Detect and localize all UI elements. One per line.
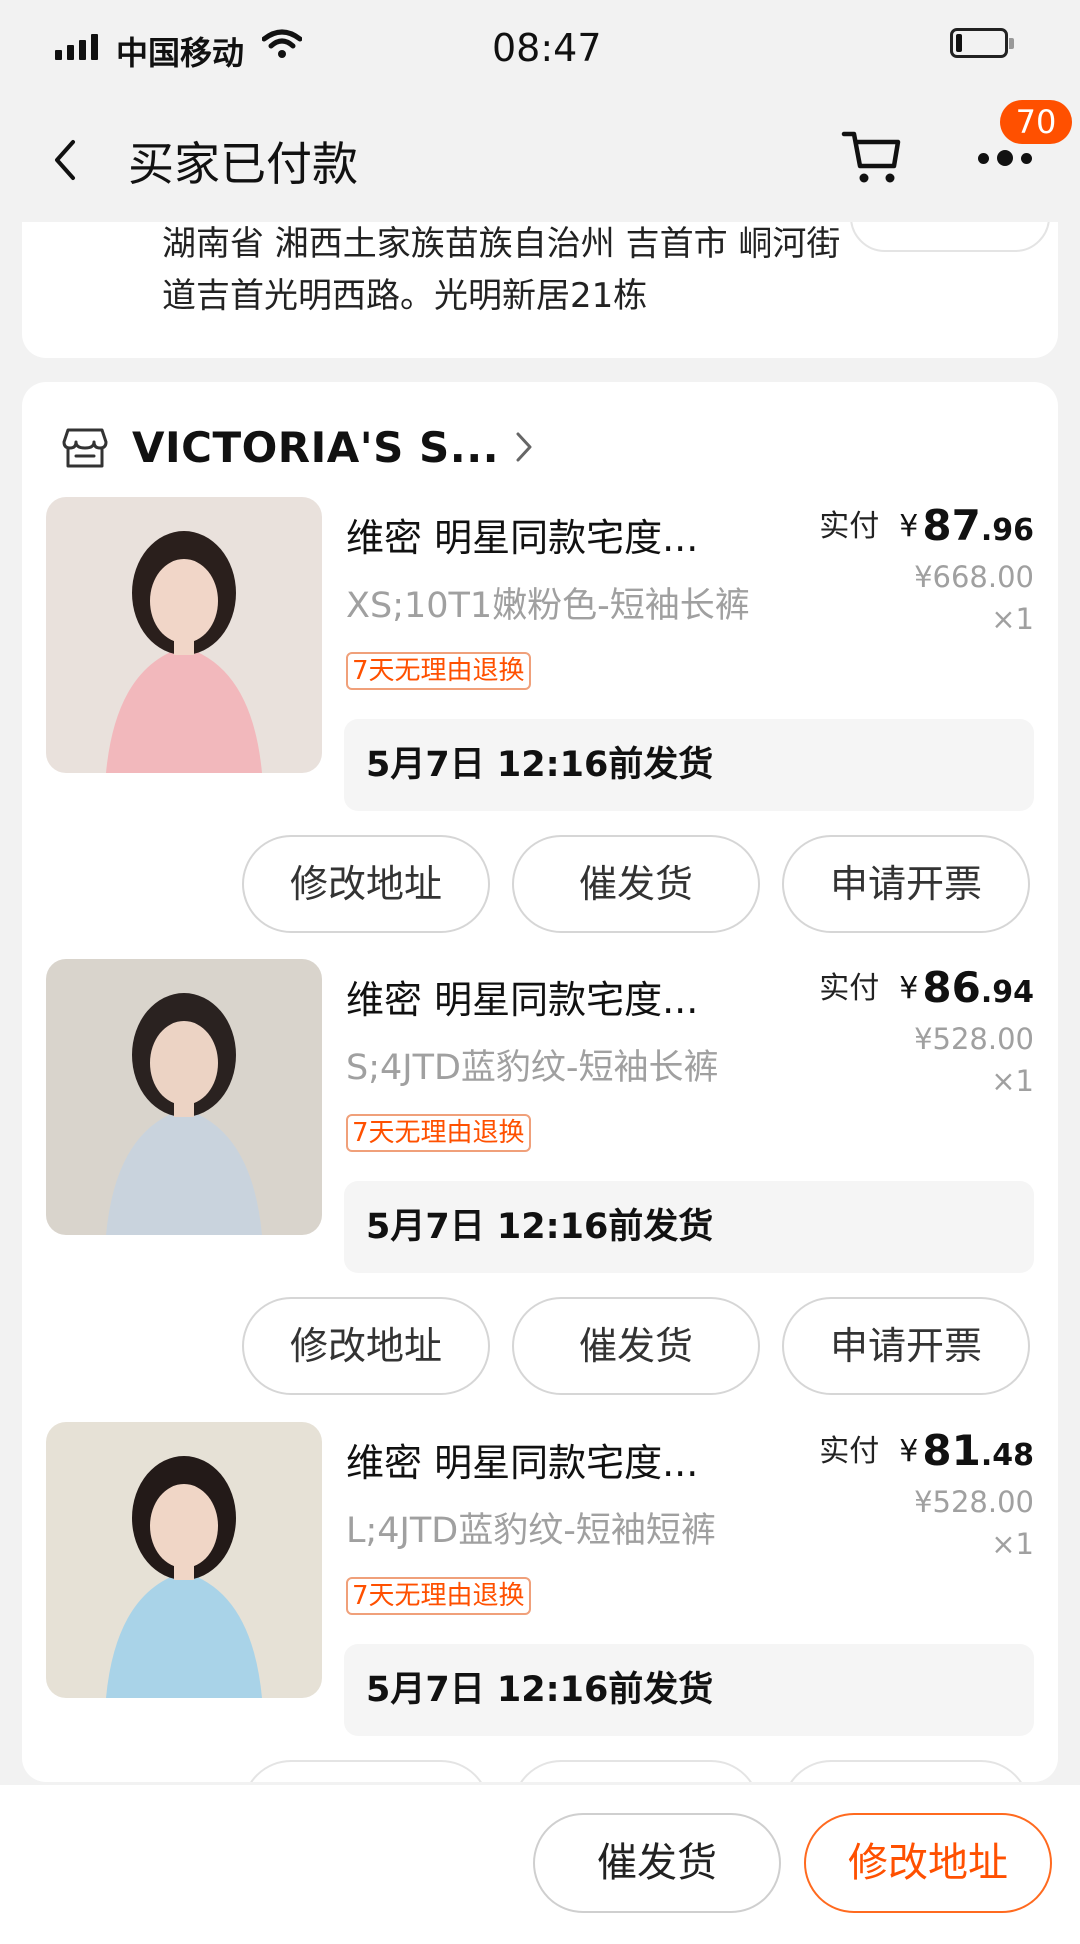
change-address-button[interactable]: 修改地址 bbox=[804, 1813, 1052, 1913]
item-actions: 修改地址 催发货 申请开票 bbox=[242, 835, 1030, 933]
chevron-right-icon bbox=[516, 432, 532, 462]
shipping-address: 湖南省 湘西土家族苗族自治州 吉首市 峒河街道吉首光明西路。光明新居21栋 bbox=[162, 224, 841, 316]
return-policy-tag: 7天无理由退换 bbox=[346, 652, 531, 690]
quantity: ×1 bbox=[991, 1527, 1034, 1561]
order-item[interactable]: 维密 明星同款宅度... L;4JTD蓝豹纹-短袖短裤 7天无理由退换 实付 ¥8… bbox=[22, 1422, 1058, 1782]
product-image[interactable] bbox=[46, 1422, 322, 1698]
change-address-button[interactable]: 修改地址 bbox=[242, 1297, 490, 1395]
product-image[interactable] bbox=[46, 959, 322, 1235]
product-sku: XS;10T1嫩粉色-短袖长裤 bbox=[346, 586, 750, 626]
product-title[interactable]: 维密 明星同款宅度... bbox=[346, 969, 698, 1024]
quantity: ×1 bbox=[991, 602, 1034, 636]
quantity: ×1 bbox=[991, 1064, 1034, 1098]
price-block: 实付 ¥87.96 ¥668.00 ×1 bbox=[819, 501, 1034, 636]
signal-icon bbox=[55, 34, 98, 60]
product-sku: S;4JTD蓝豹纹-短袖长裤 bbox=[346, 1048, 719, 1088]
bottom-action-bar: 催发货 修改地址 bbox=[0, 1785, 1080, 1944]
urge-shipping-button[interactable]: 催发货 bbox=[533, 1813, 781, 1913]
request-invoice-button[interactable]: 申请开票 bbox=[782, 1297, 1030, 1395]
urge-shipping-button[interactable]: 催发货 bbox=[512, 1297, 760, 1395]
shop-icon bbox=[62, 428, 108, 468]
currency-symbol: ¥ bbox=[899, 971, 919, 1006]
request-invoice-button[interactable]: 申请开票 bbox=[782, 835, 1030, 933]
ship-deadline: 5月7日 12:16前发货 bbox=[344, 1181, 1034, 1273]
shop-name: VICTORIA'S S... bbox=[132, 422, 500, 472]
nav-bar: 买家已付款 70 bbox=[0, 100, 1080, 225]
item-actions-partial bbox=[242, 1760, 1030, 1782]
status-bar: 中国移动 08:47 bbox=[0, 0, 1080, 100]
clock: 08:47 bbox=[492, 26, 602, 70]
price-block: 实付 ¥86.94 ¥528.00 ×1 bbox=[819, 963, 1034, 1098]
product-title[interactable]: 维密 明星同款宅度... bbox=[346, 1432, 698, 1487]
paid-label: 实付 bbox=[819, 971, 880, 1006]
change-address-button[interactable]: 修改地址 bbox=[242, 835, 490, 933]
order-item[interactable]: 维密 明星同款宅度... XS;10T1嫩粉色-短袖长裤 7天无理由退换 实付 ¥… bbox=[22, 497, 1058, 960]
address-action-button[interactable] bbox=[850, 222, 1050, 252]
urge-shipping-button[interactable]: 催发货 bbox=[512, 835, 760, 933]
currency-symbol: ¥ bbox=[899, 1434, 919, 1469]
original-price: ¥528.00 bbox=[914, 1022, 1034, 1056]
shop-card: VICTORIA'S S... 维密 明星同款宅度... XS;10T1嫩粉色-… bbox=[22, 382, 1058, 1782]
more-icon[interactable] bbox=[978, 150, 1032, 166]
paid-price-integer: 81 bbox=[922, 1426, 981, 1475]
cart-icon[interactable] bbox=[840, 124, 904, 192]
product-sku: L;4JTD蓝豹纹-短袖短裤 bbox=[346, 1511, 716, 1551]
paid-price-decimal: .96 bbox=[980, 513, 1034, 548]
paid-price-integer: 87 bbox=[922, 501, 981, 550]
product-title[interactable]: 维密 明星同款宅度... bbox=[346, 507, 698, 562]
original-price: ¥528.00 bbox=[914, 1485, 1034, 1519]
cart-badge: 70 bbox=[1000, 100, 1072, 144]
return-policy-tag: 7天无理由退换 bbox=[346, 1114, 531, 1152]
paid-price-decimal: .94 bbox=[980, 975, 1034, 1010]
paid-price-integer: 86 bbox=[922, 963, 981, 1012]
paid-label: 实付 bbox=[819, 509, 880, 544]
paid-price-decimal: .48 bbox=[980, 1438, 1034, 1473]
ship-deadline: 5月7日 12:16前发货 bbox=[344, 1644, 1034, 1736]
original-price: ¥668.00 bbox=[914, 560, 1034, 594]
item-actions: 修改地址 催发货 申请开票 bbox=[242, 1297, 1030, 1395]
carrier-name: 中国移动 bbox=[116, 34, 245, 72]
address-card[interactable]: 湖南省 湘西土家族苗族自治州 吉首市 峒河街道吉首光明西路。光明新居21栋 bbox=[22, 222, 1058, 358]
paid-label: 实付 bbox=[819, 1434, 880, 1469]
order-item[interactable]: 维密 明星同款宅度... S;4JTD蓝豹纹-短袖长裤 7天无理由退换 实付 ¥8… bbox=[22, 959, 1058, 1422]
product-image[interactable] bbox=[46, 497, 322, 773]
back-icon[interactable] bbox=[45, 130, 85, 190]
page-title: 买家已付款 bbox=[128, 137, 358, 191]
return-policy-tag: 7天无理由退换 bbox=[346, 1577, 531, 1615]
currency-symbol: ¥ bbox=[899, 509, 919, 544]
shop-header[interactable]: VICTORIA'S S... bbox=[60, 412, 535, 482]
battery-icon bbox=[950, 28, 1014, 58]
wifi-icon bbox=[261, 28, 303, 64]
price-block: 实付 ¥81.48 ¥528.00 ×1 bbox=[819, 1426, 1034, 1561]
ship-deadline: 5月7日 12:16前发货 bbox=[344, 719, 1034, 811]
